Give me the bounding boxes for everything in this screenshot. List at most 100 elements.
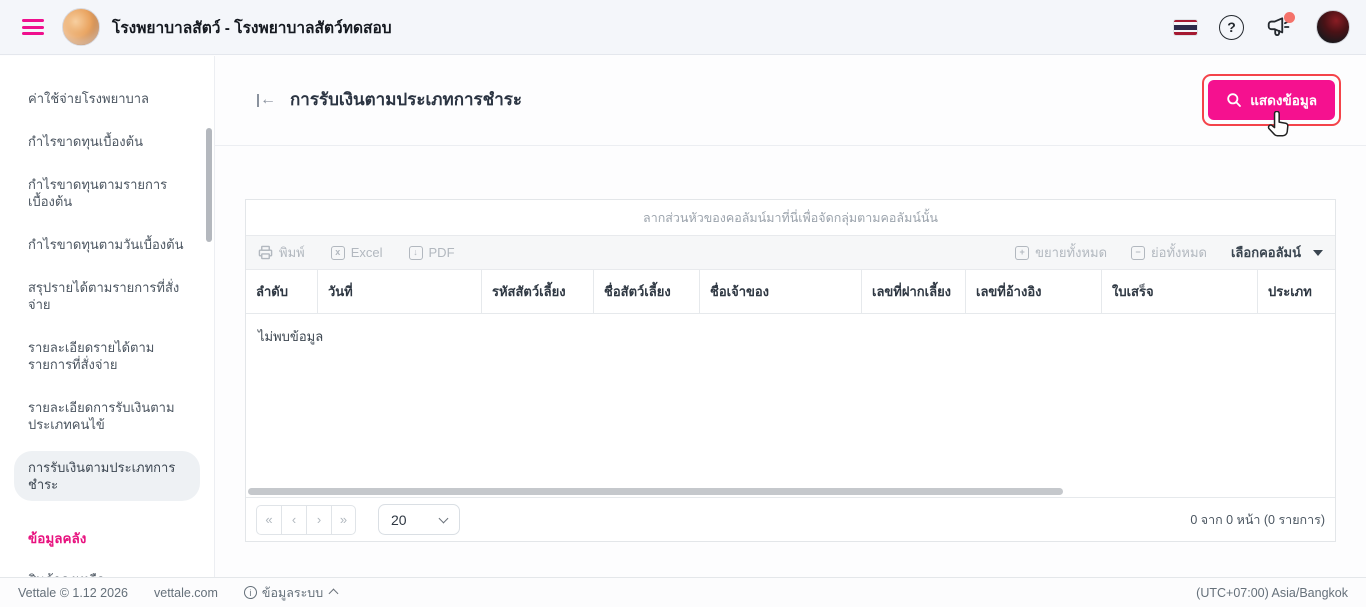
- grid-body: ไม่พบข้อมูล: [246, 314, 1335, 497]
- organization-title: โรงพยาบาลสัตว์ - โรงพยาบาลสัตว์ทดสอบ: [112, 19, 392, 37]
- group-by-panel[interactable]: ลากส่วนหัวของคอลัมน์มาที่นี่เพื่อจัดกลุ่…: [246, 200, 1335, 236]
- collapse-arrow-glyph: ←: [260, 91, 276, 108]
- help-icon[interactable]: ?: [1219, 14, 1244, 40]
- expand-all-label: ขยายทั้งหมด: [1035, 245, 1108, 260]
- column-header-pet-name[interactable]: ชื่อสัตว์เลี้ยง: [594, 270, 700, 313]
- data-grid: ลากส่วนหัวของคอลัมน์มาที่นี่เพื่อจัดกลุ่…: [245, 199, 1336, 542]
- page-header: ← การรับเงินตามประเภทการชำระ แสดงข้อมูล: [215, 56, 1366, 146]
- sidebar-item-receipts-by-patient-type[interactable]: รายละเอียดการรับเงินตามประเภทคนไข้: [14, 391, 200, 441]
- collapse-all-icon: −: [1131, 245, 1146, 260]
- sidebar-item-label: กำไรขาดทุนเบื้องต้น: [28, 134, 143, 149]
- notification-dot: [1284, 12, 1295, 23]
- sidebar-section-inventory: ข้อมูลคลัง: [28, 531, 87, 546]
- grid-toolbar: พิมพ์ x Excel ↓ PDF + ขยายทั้งหมด − ย่อท…: [246, 236, 1335, 270]
- excel-icon: x: [330, 245, 345, 260]
- horizontal-scrollbar[interactable]: [248, 488, 1063, 495]
- sidebar-item-label: ค่าใช้จ่ายโรงพยาบาล: [28, 91, 150, 106]
- choose-columns-label: เลือกคอลัมน์: [1230, 245, 1301, 260]
- pager-prev-button[interactable]: ‹: [281, 504, 306, 535]
- user-avatar[interactable]: [1316, 10, 1350, 44]
- sidebar-item-label: รายละเอียดรายได้ตามรายการที่สั่งจ่าย: [28, 340, 155, 372]
- sidebar-item-hospital-expenses[interactable]: ค่าใช้จ่ายโรงพยาบาล: [14, 82, 200, 115]
- sidebar-item-receipts-by-payment-type[interactable]: การรับเงินตามประเภทการชำระ: [14, 451, 200, 501]
- system-info-toggle[interactable]: i ข้อมูลระบบ: [243, 583, 339, 603]
- sidebar: ค่าใช้จ่ายโรงพยาบาล กำไรขาดทุนเบื้องต้น …: [0, 56, 215, 577]
- pager-row: « ‹ › » 20 0 จาก 0 หน้า (0 รายการ): [246, 497, 1335, 541]
- info-icon: i: [243, 586, 257, 599]
- pager-last-button[interactable]: »: [331, 504, 356, 535]
- sidebar-item-label: สรุปรายได้ตามรายการที่สั่งจ่าย: [28, 280, 180, 312]
- pager-first-button[interactable]: «: [256, 504, 281, 535]
- expand-all-button[interactable]: + ขยายทั้งหมด: [1015, 242, 1107, 263]
- sidebar-item-label: กำไรขาดทุนตามวันเบื้องต้น: [28, 237, 184, 252]
- column-header-pet-code[interactable]: รหัสสัตว์เลี้ยง: [482, 270, 594, 313]
- pager-next-button[interactable]: ›: [306, 504, 331, 535]
- print-label: พิมพ์: [279, 245, 305, 260]
- printer-icon: [258, 245, 273, 260]
- column-header-label: ใบเสร็จ: [1112, 284, 1154, 299]
- chevron-down-icon: [438, 513, 449, 523]
- group-by-hint: ลากส่วนหัวของคอลัมน์มาที่นี่เพื่อจัดกลุ่…: [643, 210, 938, 225]
- sidebar-item-profit-loss-by-day[interactable]: กำไรขาดทุนตามวันเบื้องต้น: [14, 228, 200, 261]
- sidebar-item-label: กำไรขาดทุนตามรายการเบื้องต้น: [28, 177, 168, 209]
- hamburger-menu-icon[interactable]: [22, 19, 44, 35]
- pager-buttons: « ‹ › »: [256, 504, 356, 535]
- column-header-owner-name[interactable]: ชื่อเจ้าของ: [700, 270, 862, 313]
- grid-toolbar-right: + ขยายทั้งหมด − ย่อทั้งหมด เลือกคอลัมน์: [1015, 242, 1323, 263]
- pdf-label: PDF: [428, 245, 455, 260]
- chevron-down-icon: [1313, 249, 1323, 256]
- column-header-order[interactable]: ลำดับ: [246, 270, 318, 313]
- column-header-label: เลขที่อ้างอิง: [976, 284, 1042, 299]
- footer: Vettale © 1.12 2026 vettale.com i ข้อมูล…: [0, 577, 1366, 607]
- top-bar: โรงพยาบาลสัตว์ - โรงพยาบาลสัตว์ทดสอบ ?: [0, 0, 1366, 55]
- organization-avatar[interactable]: [62, 8, 100, 46]
- language-flag-thailand-icon[interactable]: [1174, 19, 1197, 35]
- column-header-receipt[interactable]: ใบเสร็จ: [1102, 270, 1258, 313]
- column-header-date[interactable]: วันที่: [318, 270, 482, 313]
- sidebar-item-income-detail-by-order[interactable]: รายละเอียดรายได้ตามรายการที่สั่งจ่าย: [14, 331, 200, 381]
- sidebar-item-preliminary-profit-loss[interactable]: กำไรขาดทุนเบื้องต้น: [14, 125, 200, 158]
- sidebar-scrollbar[interactable]: [206, 128, 212, 242]
- timezone-text: (UTC+07:00) Asia/Bangkok: [1196, 585, 1348, 600]
- column-header-label: รหัสสัตว์เลี้ยง: [492, 284, 566, 299]
- collapse-sidebar-icon[interactable]: ←: [257, 92, 276, 108]
- pdf-icon: ↓: [408, 245, 423, 260]
- column-header-label: ลำดับ: [256, 284, 288, 299]
- column-header-label: เลขที่ฝากเลี้ยง: [872, 284, 952, 299]
- print-button[interactable]: พิมพ์: [258, 242, 305, 263]
- page-size-select[interactable]: 20: [378, 504, 460, 535]
- top-bar-actions: ?: [1174, 10, 1350, 44]
- show-data-button-focus-ring: แสดงข้อมูล: [1202, 74, 1341, 126]
- sidebar-menu: ค่าใช้จ่ายโรงพยาบาล กำไรขาดทุนเบื้องต้น …: [0, 56, 214, 577]
- website-link[interactable]: vettale.com: [154, 586, 218, 600]
- column-header-label: วันที่: [328, 284, 353, 299]
- search-icon: [1227, 93, 1242, 107]
- empty-state-text: ไม่พบข้อมูล: [258, 329, 324, 344]
- system-info-label: ข้อมูลระบบ: [261, 585, 324, 600]
- export-excel-button[interactable]: x Excel: [330, 245, 383, 260]
- export-pdf-button[interactable]: ↓ PDF: [408, 245, 455, 260]
- expand-all-icon: +: [1015, 245, 1030, 260]
- column-header-boarding-no[interactable]: เลขที่ฝากเลี้ยง: [862, 270, 966, 313]
- app-window: โรงพยาบาลสัตว์ - โรงพยาบาลสัตว์ทดสอบ ? ค…: [0, 0, 1366, 607]
- show-data-button[interactable]: แสดงข้อมูล: [1208, 80, 1335, 120]
- excel-label: Excel: [350, 245, 383, 260]
- column-header-type[interactable]: ประเภท: [1258, 270, 1335, 313]
- main-content: ← การรับเงินตามประเภทการชำระ แสดงข้อมูล: [215, 56, 1366, 577]
- sidebar-item-remaining-stock[interactable]: สินค้าคงเหลือ: [14, 563, 200, 577]
- collapse-all-button[interactable]: − ย่อทั้งหมด: [1131, 242, 1207, 263]
- sidebar-item-income-summary-by-order[interactable]: สรุปรายได้ตามรายการที่สั่งจ่าย: [14, 271, 200, 321]
- column-header-reference-no[interactable]: เลขที่อ้างอิง: [966, 270, 1102, 313]
- page-size-value: 20: [391, 511, 407, 528]
- sidebar-item-profit-loss-by-item[interactable]: กำไรขาดทุนตามรายการเบื้องต้น: [14, 168, 200, 218]
- grid-header-row: ลำดับ วันที่ รหัสสัตว์เลี้ยง ชื่อสัตว์เล…: [246, 270, 1335, 314]
- announcements-button[interactable]: [1266, 12, 1295, 40]
- pager-info: 0 จาก 0 หน้า (0 รายการ): [1190, 512, 1325, 527]
- choose-columns-button[interactable]: เลือกคอลัมน์: [1231, 242, 1323, 263]
- chevron-up-icon: [328, 588, 339, 599]
- copyright-text: Vettale © 1.12 2026: [18, 585, 128, 600]
- column-header-label: ประเภท: [1268, 284, 1312, 299]
- sidebar-item-label: รายละเอียดการรับเงินตามประเภทคนไข้: [28, 400, 175, 432]
- column-header-label: ชื่อเจ้าของ: [710, 284, 770, 299]
- collapse-all-label: ย่อทั้งหมด: [1151, 245, 1207, 260]
